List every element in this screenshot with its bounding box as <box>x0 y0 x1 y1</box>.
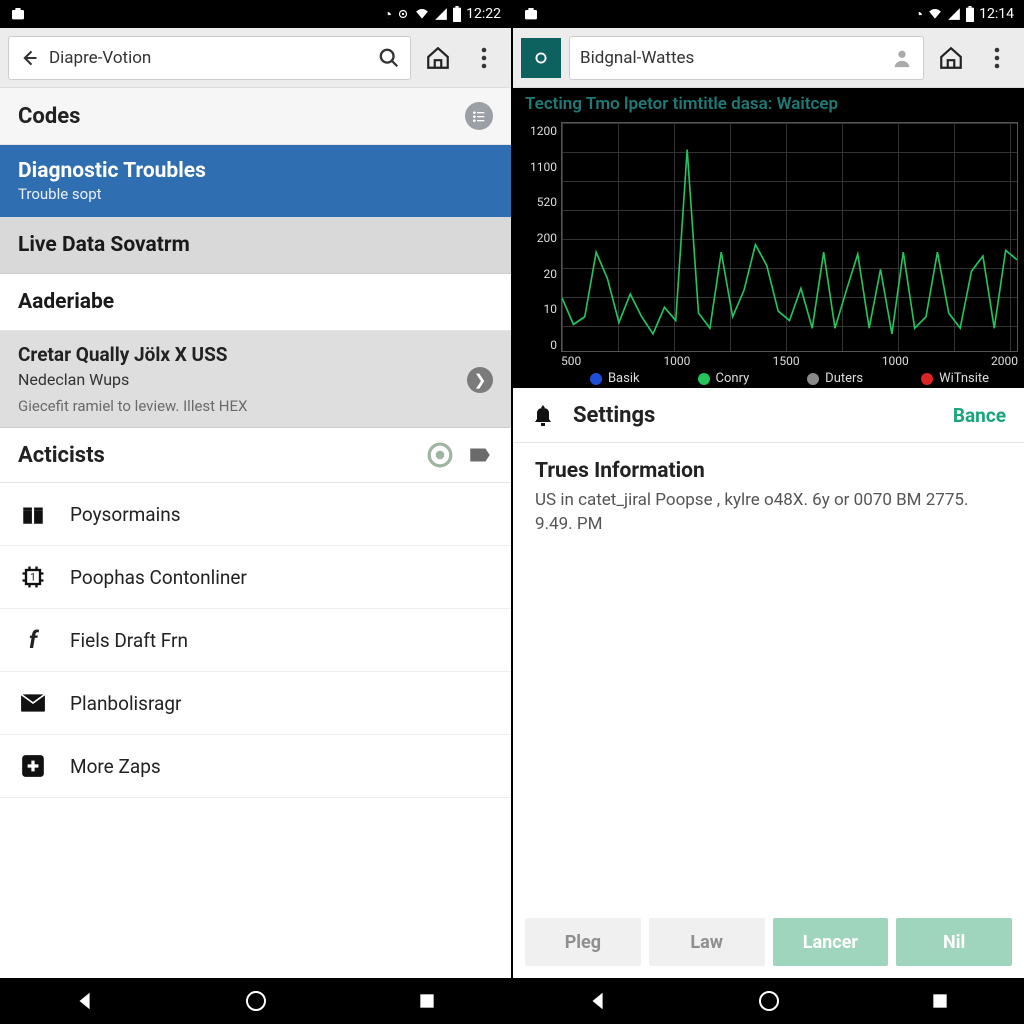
camera-icon <box>10 6 26 22</box>
app-bar <box>0 28 511 88</box>
nav-home-icon[interactable] <box>244 989 268 1013</box>
row-diagnostic-troubles[interactable]: Diagnostic Troubles Trouble sopt <box>0 145 511 217</box>
search-input[interactable] <box>580 48 881 68</box>
row-subtitle: Trouble sopt <box>18 185 493 203</box>
info-title: Trues Information <box>535 459 1002 483</box>
user-icon[interactable] <box>891 47 913 69</box>
settings-label: Settings <box>573 403 937 428</box>
wifi-icon <box>414 7 430 21</box>
back-icon[interactable] <box>19 48 39 68</box>
list-item[interactable]: More Zaps <box>0 735 511 798</box>
alarm-icon: ◔ <box>384 6 392 23</box>
list-item[interactable]: Planbolisragr <box>0 672 511 735</box>
list-item[interactable]: Poysormains <box>0 483 511 546</box>
status-bar: ◔ 12:22 <box>0 0 511 28</box>
pleg-button[interactable]: Pleg <box>525 918 641 966</box>
list-item-label: Fiels Draft Frn <box>70 629 188 652</box>
chart-legend: Basik Conry Duters WiTnsite <box>561 371 1018 386</box>
section-codes[interactable]: Codes <box>0 88 511 145</box>
envelope-icon <box>18 688 48 718</box>
battery-icon <box>965 6 975 22</box>
chart-area: 1200 1100 520 200 20 10 0 500 1000 1500 … <box>513 118 1024 388</box>
search-box[interactable] <box>8 36 411 80</box>
chart-plot <box>561 122 1018 352</box>
chart-title: Tecting Tmo lpetor timtitle dasa: Waitce… <box>513 88 1024 118</box>
nav-recent-icon[interactable] <box>930 991 950 1011</box>
nav-back-icon[interactable] <box>74 990 96 1012</box>
alarm-icon: ◔ <box>915 6 923 23</box>
chevron-right-icon[interactable]: ❯ <box>467 367 493 393</box>
search-box[interactable] <box>569 36 924 80</box>
section-acticists[interactable]: Acticists <box>0 428 511 483</box>
chart-x-axis: 500 1000 1500 1000 2000 <box>561 354 1018 368</box>
svg-text:1: 1 <box>30 571 36 584</box>
list-item[interactable]: f Fiels Draft Frn <box>0 609 511 672</box>
list-item[interactable]: 1 Poophas Contonliner <box>0 546 511 609</box>
info-desc: US in catet_jiral Poopse , kylre o48X. 6… <box>535 489 1002 537</box>
list-icon[interactable] <box>465 102 493 130</box>
card-title: Cretar Qually Jölx X USS <box>18 343 493 366</box>
bell-icon <box>531 402 557 428</box>
search-icon[interactable] <box>378 47 400 69</box>
row-live-data[interactable]: Live Data Sovatrm <box>0 217 511 274</box>
home-icon[interactable] <box>419 39 457 77</box>
chart-y-axis: 1200 1100 520 200 20 10 0 <box>519 124 557 352</box>
chip-icon: 1 <box>18 562 48 592</box>
app-logo[interactable] <box>521 38 561 78</box>
home-icon[interactable] <box>932 39 970 77</box>
phone-left: ◔ 12:22 <box>0 0 511 1024</box>
tag-icon[interactable] <box>467 442 493 468</box>
nav-back-icon[interactable] <box>587 990 609 1012</box>
plus-icon <box>18 751 48 781</box>
nav-recent-icon[interactable] <box>417 991 437 1011</box>
card-desc: Giecefit ramiel to leview. Illest HEX <box>18 397 493 415</box>
battery-icon <box>452 6 462 22</box>
list-item-label: More Zaps <box>70 755 161 778</box>
search-input[interactable] <box>49 48 368 68</box>
gift-icon <box>18 499 48 529</box>
wifi-icon <box>927 7 943 21</box>
more-icon[interactable] <box>978 39 1016 77</box>
list-item-label: Poysormains <box>70 503 181 526</box>
function-icon: f <box>18 625 48 655</box>
section-codes-label: Codes <box>18 104 80 129</box>
info-block: Trues Information US in catet_jiral Poop… <box>513 443 1024 553</box>
lancer-button[interactable]: Lancer <box>773 918 889 966</box>
list-item-label: Poophas Contonliner <box>70 566 247 589</box>
row-title: Diagnostic Troubles <box>18 159 493 183</box>
clock-time: 12:22 <box>466 6 501 22</box>
signal-icon <box>434 7 448 21</box>
section-label: Acticists <box>18 443 105 468</box>
status-bar: ◔ 12:14 <box>513 0 1024 28</box>
settings-action[interactable]: Bance <box>953 404 1006 427</box>
location-icon <box>396 7 410 21</box>
card-subtitle: Nedeclan Wups <box>18 370 493 389</box>
row-card[interactable]: Cretar Qually Jölx X USS Nedeclan Wups G… <box>0 331 511 428</box>
camera-icon <box>523 6 539 22</box>
phone-right: ◔ 12:14 Tecting <box>513 0 1024 1024</box>
row-label: Aaderiabe <box>18 290 114 314</box>
target-icon[interactable] <box>427 442 453 468</box>
row-label: Live Data Sovatrm <box>18 233 190 257</box>
clock-time: 12:14 <box>979 6 1014 22</box>
more-icon[interactable] <box>465 39 503 77</box>
app-bar <box>513 28 1024 88</box>
bottom-buttons: Pleg Law Lancer Nil <box>513 908 1024 978</box>
nav-bar <box>0 978 511 1024</box>
row-aaderiabe[interactable]: Aaderiabe <box>0 274 511 331</box>
settings-row[interactable]: Settings Bance <box>513 388 1024 443</box>
nav-bar <box>513 978 1024 1024</box>
nav-home-icon[interactable] <box>757 989 781 1013</box>
signal-icon <box>947 7 961 21</box>
law-button[interactable]: Law <box>649 918 765 966</box>
nil-button[interactable]: Nil <box>896 918 1012 966</box>
list-item-label: Planbolisragr <box>70 692 182 715</box>
